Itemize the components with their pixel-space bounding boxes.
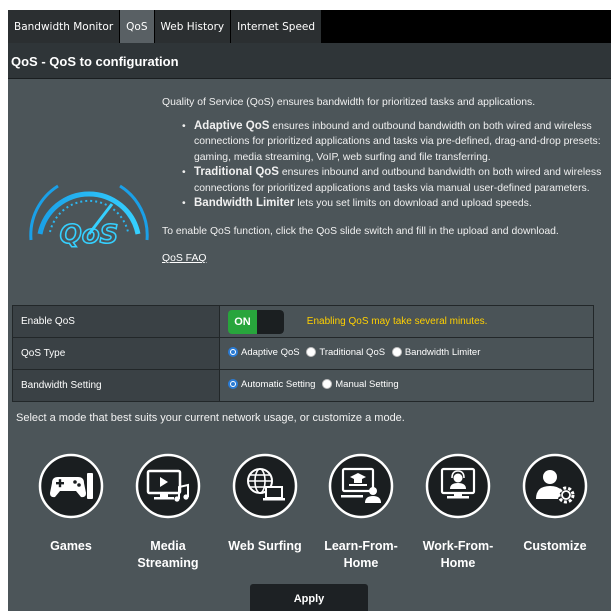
mode-games[interactable]: Games bbox=[21, 453, 121, 555]
mode-label: Media Streaming bbox=[118, 538, 218, 572]
qos-description: Quality of Service (QoS) ensures bandwid… bbox=[162, 95, 602, 267]
tab-qos[interactable]: QoS bbox=[120, 10, 155, 43]
mode-web-surfing[interactable]: Web Surfing bbox=[215, 453, 315, 555]
bandwidth-setting-value: Automatic Setting Manual Setting bbox=[219, 369, 594, 402]
mode-label: Customize bbox=[505, 538, 605, 555]
qos-panel: QoS - QoS to configuration QoS Quality o… bbox=[8, 43, 611, 611]
bullet-icon: • bbox=[182, 198, 186, 209]
globe-laptop-icon bbox=[232, 453, 298, 519]
enable-qos-warning: Enabling QoS may take several minutes. bbox=[306, 316, 488, 327]
feature-list: • Adaptive QoS ensures inbound and outbou… bbox=[182, 119, 602, 212]
mode-customize[interactable]: Customize bbox=[505, 453, 605, 555]
tab-label: Bandwidth Monitor bbox=[14, 21, 114, 33]
feature-bandwidth-limiter: • Bandwidth Limiter lets you set limits o… bbox=[182, 196, 602, 212]
radio-selected-icon bbox=[228, 379, 238, 390]
radio-unselected-icon bbox=[391, 347, 402, 358]
radio-traditional-qos[interactable]: Traditional QoS bbox=[306, 347, 385, 358]
mode-label: Work-From- Home bbox=[408, 538, 508, 572]
mode-label: Learn-From- Home bbox=[311, 538, 411, 572]
toggle-knob bbox=[257, 309, 284, 334]
row-qos-type: QoS Type Adaptive QoS Traditional QoS Ba… bbox=[12, 337, 594, 370]
feature-title: Bandwidth Limiter bbox=[194, 197, 295, 209]
radio-selected-icon bbox=[228, 347, 238, 358]
apply-button[interactable]: Apply bbox=[250, 584, 368, 611]
tab-label: Internet Speed bbox=[237, 21, 316, 33]
bullet-icon: • bbox=[182, 120, 186, 132]
feature-text: lets you set limits on download and uplo… bbox=[294, 198, 532, 209]
tab-label: QoS bbox=[126, 21, 148, 33]
mode-learn-from-home[interactable]: Learn-From- Home bbox=[311, 453, 411, 572]
mode-work-from-home[interactable]: Work-From- Home bbox=[408, 453, 508, 572]
row-enable-qos: Enable QoS ON Enabling QoS may take seve… bbox=[12, 305, 594, 338]
radio-label: Bandwidth Limiter bbox=[404, 346, 481, 358]
radio-unselected-icon bbox=[306, 347, 317, 358]
mode-label-line2: Streaming bbox=[137, 556, 199, 570]
work-from-home-icon bbox=[425, 453, 491, 519]
mode-label-line1: Work-From- bbox=[422, 539, 494, 553]
radio-manual-setting[interactable]: Manual Setting bbox=[322, 378, 399, 390]
title-bar: QoS - QoS to configuration bbox=[8, 43, 611, 79]
tab-label: Web History bbox=[160, 21, 225, 33]
feature-traditional-qos: • Traditional QoS ensures inbound and out… bbox=[182, 165, 602, 196]
radio-label: Automatic Setting bbox=[241, 378, 316, 390]
radio-label: Adaptive QoS bbox=[241, 346, 300, 358]
feature-title: Adaptive QoS bbox=[194, 119, 270, 132]
enable-qos-value: ON Enabling QoS may take several minutes… bbox=[219, 305, 594, 338]
feature-adaptive-qos: • Adaptive QoS ensures inbound and outbou… bbox=[182, 119, 602, 166]
feature-title: Traditional QoS bbox=[194, 166, 279, 178]
toggle-on-label: ON bbox=[228, 309, 257, 334]
tab-bandwidth-monitor[interactable]: Bandwidth Monitor bbox=[8, 10, 121, 43]
mode-label-line1: Media bbox=[150, 539, 186, 553]
user-gear-icon bbox=[522, 453, 588, 519]
mode-label: Games bbox=[21, 538, 121, 555]
mode-label-line2: Home bbox=[343, 556, 379, 570]
tab-web-history[interactable]: Web History bbox=[154, 10, 232, 43]
radio-bandwidth-limiter[interactable]: Bandwidth Limiter bbox=[391, 346, 481, 358]
bandwidth-setting-label: Bandwidth Setting bbox=[12, 369, 220, 402]
qos-type-value: Adaptive QoS Traditional QoS Bandwidth L… bbox=[219, 337, 594, 370]
enable-instructions: To enable QoS function, click the QoS sl… bbox=[162, 225, 559, 237]
logo-text: QoS bbox=[60, 220, 119, 248]
radio-label: Traditional QoS bbox=[319, 346, 386, 358]
tab-internet-speed[interactable]: Internet Speed bbox=[231, 10, 323, 43]
radio-unselected-icon bbox=[322, 379, 333, 390]
mode-selector: Games Media Streaming Web Surfing Learn-… bbox=[8, 453, 611, 573]
mode-label-line2: Home bbox=[440, 556, 476, 570]
qos-settings-table: Enable QoS ON Enabling QoS may take seve… bbox=[12, 305, 594, 402]
learn-from-home-icon bbox=[328, 453, 394, 519]
enable-qos-toggle[interactable]: ON bbox=[228, 309, 284, 334]
mode-label-line1: Web Surfing bbox=[228, 539, 302, 553]
radio-automatic-setting[interactable]: Automatic Setting bbox=[228, 379, 315, 390]
qos-gauge-logo-icon: QoS bbox=[29, 184, 149, 248]
radio-label: Manual Setting bbox=[335, 378, 399, 390]
qos-type-label: QoS Type bbox=[12, 337, 220, 370]
mode-media-streaming[interactable]: Media Streaming bbox=[118, 453, 218, 572]
media-streaming-icon bbox=[135, 453, 201, 519]
mode-hint: Select a mode that best suits your curre… bbox=[16, 412, 405, 424]
mode-label-line1: Customize bbox=[523, 539, 587, 553]
radio-adaptive-qos[interactable]: Adaptive QoS bbox=[228, 347, 300, 358]
gamepad-icon bbox=[38, 453, 104, 519]
row-bandwidth-setting: Bandwidth Setting Automatic Setting Manu… bbox=[12, 369, 594, 402]
mode-label-line1: Games bbox=[50, 539, 92, 553]
mode-label: Web Surfing bbox=[215, 538, 315, 555]
mode-label-line1: Learn-From- bbox=[324, 539, 398, 553]
qos-faq-link[interactable]: QoS FAQ bbox=[162, 251, 206, 267]
tab-bar: Bandwidth Monitor QoS Web History Intern… bbox=[8, 10, 611, 43]
bullet-icon: • bbox=[182, 167, 186, 178]
intro-lead: Quality of Service (QoS) ensures bandwid… bbox=[162, 97, 536, 108]
page-title: QoS - QoS to configuration bbox=[11, 54, 179, 69]
enable-qos-label: Enable QoS bbox=[12, 305, 220, 338]
